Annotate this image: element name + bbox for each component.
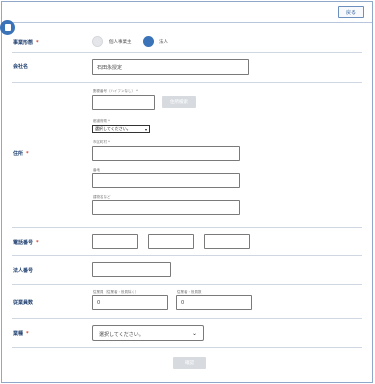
prefecture-value: 選択してください。 <box>95 126 131 131</box>
industry-select[interactable]: 選択してください。 ⌄ <box>92 325 204 341</box>
street-input[interactable] <box>92 173 240 188</box>
row-divider <box>12 227 362 228</box>
prefecture-select[interactable]: 選択してください。 ▾ <box>92 125 150 133</box>
postal-code-label: 郵便番号（ハイフンなし） * <box>93 89 138 93</box>
confirm-button-label: 確認 <box>185 361 194 366</box>
back-button-label: 戻る <box>345 9 356 16</box>
phone-label: 電話番号 * <box>13 239 39 246</box>
prefecture-label: 都道府県 * <box>93 119 110 123</box>
phone-input-2[interactable] <box>148 234 194 249</box>
chevron-down-icon: ▾ <box>144 127 147 132</box>
radio-corporation[interactable] <box>143 36 154 47</box>
industry-label: 業種 * <box>13 330 29 337</box>
radio-individual[interactable] <box>92 36 103 47</box>
city-label: 市区町村 * <box>93 140 110 144</box>
address-label-text: 住所 <box>13 151 24 157</box>
industry-value: 選択してください。 <box>99 332 144 338</box>
company-name-input[interactable]: 石田永授定 <box>92 59 249 75</box>
business-type-label: 事業形態 * <box>13 39 39 46</box>
row-divider <box>12 52 362 53</box>
row-divider <box>12 255 362 256</box>
back-button[interactable]: 戻る <box>338 6 364 18</box>
address-search-button[interactable]: 住所検索 <box>162 96 196 108</box>
required-mark: * <box>26 151 29 157</box>
building-input[interactable] <box>92 200 240 215</box>
phone-input-1[interactable] <box>92 234 138 249</box>
industry-label-text: 業種 <box>13 331 24 337</box>
required-mark: * <box>36 240 39 246</box>
row-divider <box>12 284 362 285</box>
address-label: 住所 * <box>13 150 29 157</box>
row-divider <box>12 347 362 348</box>
row-divider <box>12 82 362 83</box>
other-staff-input[interactable]: 0 <box>176 295 252 310</box>
required-mark: * <box>36 40 39 46</box>
form-container: 戻る 事業形態 * 個人事業主 法人 会社名 石田永授定 郵便番号（ハイフンなし）… <box>0 1 373 383</box>
address-search-label: 住所検索 <box>170 100 188 105</box>
confirm-button[interactable]: 確認 <box>173 357 206 369</box>
full-time-input[interactable]: 0 <box>92 295 168 310</box>
corporate-number-input[interactable] <box>92 262 171 277</box>
document-icon <box>0 20 15 35</box>
corporate-number-label: 法人番号 <box>13 268 34 274</box>
postal-code-input[interactable] <box>92 95 155 110</box>
other-staff-value: 0 <box>181 300 185 306</box>
phone-label-text: 電話番号 <box>13 240 34 246</box>
employees-label: 従業員数 <box>13 300 34 306</box>
radio-individual-label: 個人事業主 <box>109 40 132 45</box>
full-time-value: 0 <box>97 300 101 306</box>
company-name-value: 石田永授定 <box>97 65 123 71</box>
required-mark: * <box>26 331 29 337</box>
radio-corporation-label: 法人 <box>159 40 168 45</box>
chevron-down-icon: ⌄ <box>191 330 197 337</box>
phone-input-3[interactable] <box>204 234 250 249</box>
company-name-label: 会社名 <box>13 64 29 70</box>
row-divider <box>12 318 362 319</box>
top-divider <box>2 22 372 23</box>
business-type-label-text: 事業形態 <box>13 40 34 46</box>
city-input[interactable] <box>92 146 240 161</box>
top-bar: 戻る <box>2 2 372 22</box>
